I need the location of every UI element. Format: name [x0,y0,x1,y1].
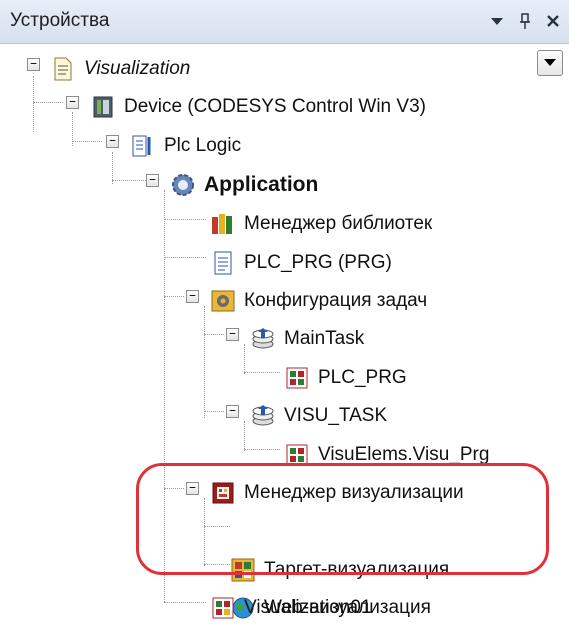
tree-item-label: VisuElems.Visu_Prg [318,444,490,465]
tree-item-label: Application [204,173,319,196]
tree-line [72,141,102,142]
tree-line [164,190,165,602]
collapse-toggle[interactable]: − [106,135,119,148]
tree-item-main-task[interactable]: MainTask [250,320,364,358]
tree-line [204,411,224,412]
device-icon [90,94,116,120]
panel-title: Устройства [10,10,110,31]
tree-item-label: Device (CODESYS Control Win V3) [124,96,426,117]
program-call-icon [284,442,310,468]
collapse-toggle[interactable]: − [146,174,159,187]
tree-item-label: Visualization [84,58,191,79]
visualization-icon [210,595,236,621]
tree-line [164,296,184,297]
library-books-icon [210,211,236,237]
collapse-toggle[interactable]: − [226,328,239,341]
tree-item-root[interactable]: Visualization [50,50,190,88]
task-icon [250,403,276,429]
visualization-manager-icon [210,480,236,506]
tree-item-label: Plc Logic [164,135,242,156]
tree-line [204,334,224,335]
program-call-icon [284,365,310,391]
tree-line [204,306,205,418]
close-icon[interactable] [540,8,566,34]
device-tree: − − − − − − − − Visualization Device (CO… [0,44,569,619]
tree-item-main-task-call[interactable]: PLC_PRG [284,359,407,397]
chevron-down-icon [544,59,556,66]
tree-line [244,421,245,451]
tree-item-plc-logic[interactable]: Plc Logic [130,127,241,165]
tree-item-label: MainTask [284,328,365,349]
tree-line [244,344,245,374]
tree-line [204,564,230,565]
tree-item-application[interactable]: Application [170,166,318,204]
task-configuration-icon [210,288,236,314]
task-icon [250,326,276,352]
pin-icon[interactable] [512,8,538,34]
tree-item-library-manager[interactable]: Менеджер библиотек [210,205,432,243]
program-document-icon [210,250,236,276]
tree-item-label: PLC_PRG (PRG) [244,252,392,273]
plc-logic-icon [130,133,156,159]
tree-line [244,449,280,450]
tree-item-label: Менеджер библиотек [244,213,433,234]
tree-item-label: Visualization01 [244,597,372,618]
tree-line [164,219,206,220]
tree-line [33,76,34,132]
tree-item-task-config[interactable]: Конфигурация задач [210,282,427,320]
collapse-toggle[interactable]: − [66,96,79,109]
tree-item-visu-manager[interactable]: Менеджер визуализации [210,474,464,512]
tree-line [33,102,63,103]
dropdown-arrow-icon[interactable] [484,8,510,34]
tree-item-label: VISU_TASK [284,405,388,426]
collapse-toggle[interactable]: − [27,58,40,71]
collapse-toggle[interactable]: − [226,405,239,418]
tree-item-label: PLC_PRG [318,367,407,388]
project-file-icon [50,56,76,82]
panel-titlebar: Устройства [0,0,569,44]
tree-item-label: Конфигурация задач [244,290,428,311]
tree-item-device[interactable]: Device (CODESYS Control Win V3) [90,88,426,126]
tree-line [164,488,184,489]
tree-line [164,602,206,603]
tree-line [204,498,205,566]
tree-item-visu-task[interactable]: VISU_TASK [250,397,387,435]
collapse-toggle[interactable]: − [186,290,199,303]
tree-item-label: Менеджер визуализации [244,482,464,503]
target-visualization-icon [230,557,256,583]
tree-line [244,372,280,373]
view-dropdown-button[interactable] [537,50,563,76]
tree-item-visualization01[interactable]: Visualization01 [210,589,371,627]
application-gear-icon [170,172,196,198]
tree-line [204,526,230,527]
tree-item-visu-task-call[interactable]: VisuElems.Visu_Prg [284,436,489,474]
tree-item-target-visu[interactable]: Таргет-визуализация [230,551,449,589]
collapse-toggle[interactable]: − [186,482,199,495]
tree-item-label: Таргет-визуализация [264,559,450,580]
tree-line [164,257,206,258]
tree-item-plc-prg[interactable]: PLC_PRG (PRG) [210,244,392,282]
